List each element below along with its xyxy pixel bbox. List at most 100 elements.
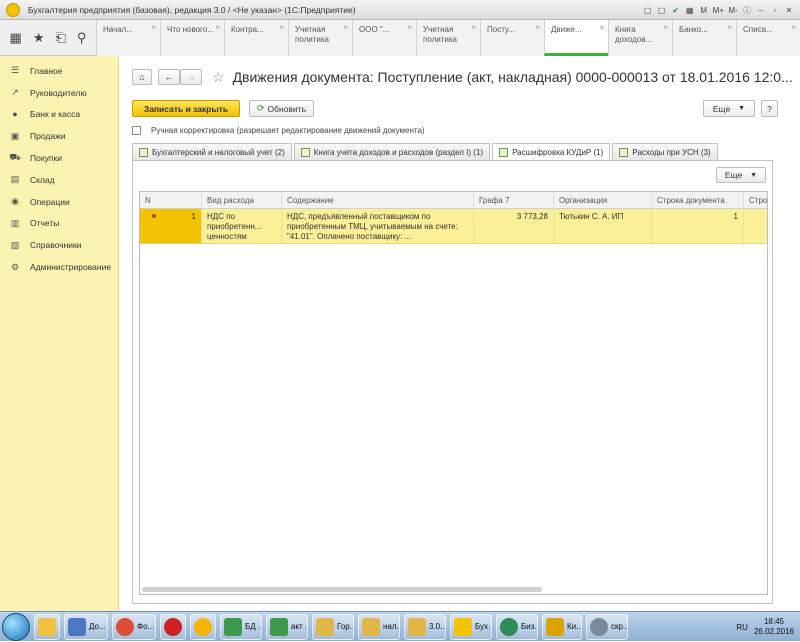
sidebar-item-sales[interactable]: ▣ Продажи [0, 125, 118, 147]
search-icon[interactable]: ⚲ [77, 30, 87, 46]
cell-doc-line: 1 [652, 209, 744, 243]
opera-icon [164, 617, 182, 636]
close-icon[interactable]: × [599, 23, 604, 33]
taskbar-item[interactable] [190, 613, 216, 640]
table-row[interactable]: 1 НДС по приобретенн... ценностям НДС, п… [140, 209, 767, 244]
manual-correction-row: Ручная корректировка (разрешает редактир… [132, 124, 425, 136]
open-tab[interactable]: ООО "... × [352, 20, 416, 56]
taskbar-item[interactable]: До... [64, 613, 108, 640]
favorite-star-icon[interactable]: ☆ [212, 69, 225, 86]
app-icon [194, 617, 212, 636]
column-header-content[interactable]: Содержание [282, 192, 474, 208]
close-icon[interactable]: ✕ [784, 6, 794, 15]
horizontal-scrollbar[interactable] [142, 587, 542, 592]
close-icon[interactable]: × [215, 23, 220, 33]
start-button[interactable] [2, 612, 30, 641]
taskbar-item[interactable]: Биз... [496, 613, 538, 640]
title-tools: ▢ ▢ ✔ ▦ M M+ M- ⓘ – ▫ ✕ [643, 0, 800, 20]
column-header-organization[interactable]: Организация [554, 192, 652, 208]
open-tab[interactable]: Посту... × [480, 20, 544, 56]
close-icon[interactable]: × [727, 23, 732, 33]
forward-button[interactable]: → [180, 69, 202, 85]
operations-icon: ◉ [11, 196, 19, 207]
column-header-doc-line[interactable]: Строка документа [652, 192, 744, 208]
taskbar-item[interactable] [160, 613, 186, 640]
close-icon[interactable]: × [151, 23, 156, 33]
taskbar-item[interactable] [34, 613, 60, 640]
tab-accounting[interactable]: Бухгалтерский и налоговый учет (2) [132, 143, 292, 160]
document-form: ⌂ ← → ☆ Движения документа: Поступление … [120, 56, 800, 611]
column-header-line[interactable]: Строка [744, 192, 767, 208]
open-tab[interactable]: Учетная политика × [288, 20, 352, 56]
document-icon [68, 617, 86, 636]
save-and-close-button[interactable]: Записать и закрыть [132, 100, 240, 117]
sidebar-item-bank[interactable]: ● Банк и касса [0, 104, 118, 126]
taskbar-item[interactable]: БД ... [220, 613, 262, 640]
taskbar-item[interactable]: Фо... [112, 613, 156, 640]
taskbar-item[interactable]: Ки... [542, 613, 582, 640]
title-tool-icon[interactable]: ▢ [657, 6, 667, 15]
clock[interactable]: 18:45 26.02.2016 [754, 617, 794, 637]
tab-kudir-details[interactable]: Расшифровка КУДиР (1) [492, 143, 611, 161]
open-tab[interactable]: Начал... × [96, 20, 160, 56]
grid-icon[interactable]: ▦ [10, 30, 22, 46]
restore-icon[interactable]: ▫ [770, 6, 780, 15]
sidebar-item-operations[interactable]: ◉ Операции [0, 191, 118, 213]
close-icon[interactable]: × [279, 23, 284, 33]
open-tab[interactable]: Банко... × [672, 20, 736, 56]
checkmark-icon[interactable]: ✔ [671, 6, 681, 15]
taskbar-item[interactable]: Бух... [450, 613, 492, 640]
taskbar-item[interactable]: скр... [586, 613, 628, 640]
taskbar-item[interactable]: акт ... [266, 613, 308, 640]
column-header-expense-type[interactable]: Вид расхода [202, 192, 282, 208]
open-tab[interactable]: Книга доходов... × [608, 20, 672, 56]
taskbar-item[interactable]: Гор... [312, 613, 354, 640]
help-button[interactable]: ? [761, 100, 778, 117]
tab-usn-expenses[interactable]: Расходы при УСН (3) [612, 143, 718, 160]
more-button[interactable]: Еще ▼ [703, 100, 755, 117]
open-tab[interactable]: Что нового... × [160, 20, 224, 56]
sidebar-item-manager[interactable]: ↗ Руководителю [0, 82, 118, 104]
open-tab[interactable]: Контра... × [224, 20, 288, 56]
memory-plus-button[interactable]: M+ [713, 6, 724, 15]
sidebar-item-references[interactable]: ▧ Справочники [0, 234, 118, 256]
history-icon[interactable]: ⎗ [55, 30, 65, 46]
table-more-button[interactable]: Еще ▼ [716, 167, 766, 183]
open-tab-active[interactable]: Движе... × [544, 20, 608, 56]
register-icon [619, 147, 629, 157]
sidebar-item-purchases[interactable]: ⛟ Покупки [0, 147, 118, 169]
close-icon[interactable]: × [471, 23, 476, 33]
column-header-n[interactable]: N [140, 192, 202, 208]
open-tab[interactable]: Списа... × [736, 20, 800, 56]
language-indicator[interactable]: RU [736, 623, 748, 632]
home-button[interactable]: ⌂ [132, 69, 152, 85]
cell-content: НДС, предъявленный поставщиком по приобр… [282, 209, 474, 243]
open-tab[interactable]: Учетная политика × [416, 20, 480, 56]
sidebar-item-warehouse[interactable]: ▤ Склад [0, 169, 118, 191]
close-icon[interactable]: × [343, 23, 348, 33]
minimize-icon[interactable]: – [756, 6, 766, 15]
close-icon[interactable]: × [791, 23, 796, 33]
calendar-icon[interactable]: ▦ [685, 6, 695, 15]
refresh-button[interactable]: ⟳ Обновить [249, 100, 314, 117]
manual-correction-checkbox[interactable] [132, 125, 141, 135]
close-icon[interactable]: × [535, 23, 540, 33]
close-icon[interactable]: × [663, 23, 668, 33]
taskbar-item[interactable]: 3.0... [404, 613, 446, 640]
back-button[interactable]: ← [158, 69, 180, 85]
chevron-down-icon: ▼ [750, 171, 758, 179]
title-tool-icon[interactable]: ▢ [643, 6, 653, 15]
star-icon[interactable]: ★ [33, 30, 45, 46]
taskbar-item[interactable]: нал... [358, 613, 400, 640]
reports-icon: ▥ [10, 217, 20, 228]
column-header-column7[interactable]: Графа 7 [474, 192, 554, 208]
sidebar-item-admin[interactable]: ⚙ Администрирование [0, 256, 118, 278]
tab-income-book[interactable]: Книга учета доходов и расходов (раздел I… [293, 143, 491, 160]
tab-content: Еще ▼ N Вид расхода Содержание Графа 7 Ор… [132, 160, 773, 604]
close-icon[interactable]: × [407, 23, 412, 33]
memory-m-button[interactable]: M [699, 6, 709, 15]
info-icon[interactable]: ⓘ [742, 5, 752, 16]
memory-minus-button[interactable]: M- [728, 6, 738, 15]
sidebar-item-main[interactable]: ☰ Главное [0, 60, 118, 82]
sidebar-item-reports[interactable]: ▥ Отчеты [0, 213, 118, 235]
